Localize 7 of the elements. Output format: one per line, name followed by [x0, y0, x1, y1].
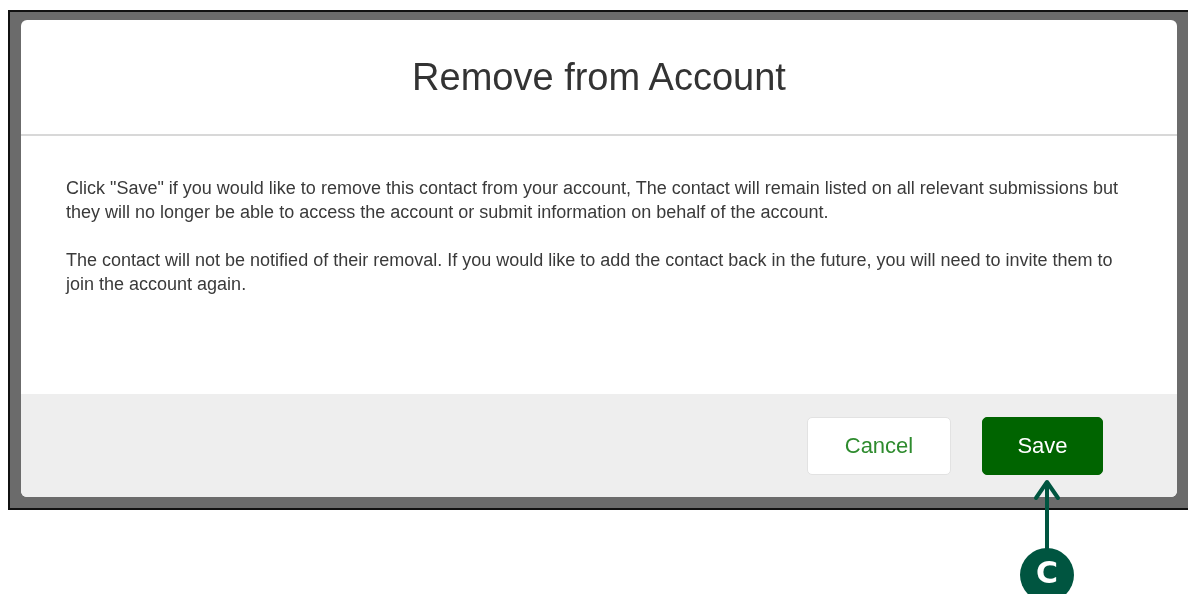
callout-badge: C	[1020, 548, 1074, 594]
cancel-button[interactable]: Cancel	[807, 416, 951, 475]
save-button[interactable]: Save	[982, 416, 1103, 475]
dialog-title: Remove from Account	[412, 55, 786, 99]
dialog-message: Click "Save" if you would like to remove this contact from your account, The contact will remain listed on all relevant submissions but they will no longer be able to access the account or submit information on behalf of the account.	[66, 177, 1119, 224]
callout-arrow	[1033, 478, 1061, 550]
dialog-message: The contact will not be notified of their removal. If you would like to add the contact back in the future, you will need to invite them to join the account again.	[66, 249, 1114, 296]
